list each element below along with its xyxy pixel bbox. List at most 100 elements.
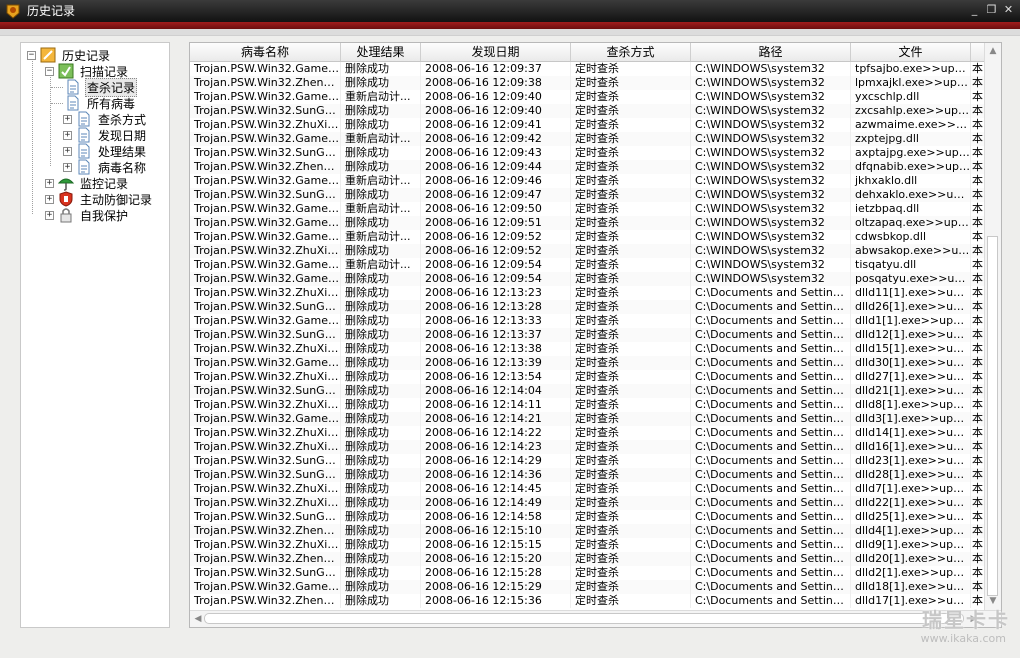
table-row[interactable]: Trojan.PSW.Win32.GameO... 重新启动计... 2008-06… (190, 202, 985, 216)
table-row[interactable]: Trojan.PSW.Win32.ZhengT... 删除成功 2008-06-16… (190, 524, 985, 538)
table-row[interactable]: Trojan.PSW.Win32.ZhuXian... 删除成功 2008-06-1… (190, 118, 985, 132)
table-row[interactable]: Trojan.PSW.Win32.SunGam... 删除成功 2008-06-16… (190, 104, 985, 118)
cell-virus-name: Trojan.PSW.Win32.GameO... (190, 62, 341, 76)
cell-method: 定时查杀 (571, 300, 691, 314)
table-row[interactable]: Trojan.PSW.Win32.SunGam... 删除成功 2008-06-16… (190, 300, 985, 314)
table-row[interactable]: Trojan.PSW.Win32.ZhuXian... 删除成功 2008-06-1… (190, 440, 985, 454)
table-row[interactable]: Trojan.PSW.Win32.ZhuXian... 删除成功 2008-06-1… (190, 496, 985, 510)
cell-virus-name: Trojan.PSW.Win32.GameO... (190, 412, 341, 426)
vertical-scroll-thumb[interactable] (987, 236, 998, 596)
document-icon (78, 159, 90, 175)
table-row[interactable]: Trojan.PSW.Win32.GameO... 删除成功 2008-06-16 … (190, 412, 985, 426)
expand-icon[interactable]: + (63, 146, 72, 156)
table-row[interactable]: Trojan.PSW.Win32.ZhuXian... 删除成功 2008-06-1… (190, 286, 985, 300)
table-row[interactable]: Trojan.PSW.Win32.ZhuXian... 删除成功 2008-06-1… (190, 482, 985, 496)
table-row[interactable]: Trojan.PSW.Win32.GameO... 删除成功 2008-06-16 … (190, 272, 985, 286)
table-row[interactable]: Trojan.PSW.Win32.GameO... 删除成功 2008-06-16 … (190, 216, 985, 230)
expand-icon[interactable]: + (63, 114, 72, 124)
table-row[interactable]: Trojan.PSW.Win32.GameO... 重新启动计... 2008-06… (190, 174, 985, 188)
minimize-button[interactable]: _ (967, 3, 982, 17)
cell-path: C:\Documents and Settings\u... (691, 594, 851, 608)
tree-item-monitor-records[interactable]: + 监控记录 (45, 175, 130, 191)
table-row[interactable]: Trojan.PSW.Win32.ZhuXian... 删除成功 2008-06-1… (190, 538, 985, 552)
column-header-extra[interactable] (971, 43, 985, 61)
table-row[interactable]: Trojan.PSW.Win32.GameO... 删除成功 2008-06-16 … (190, 356, 985, 370)
table-row[interactable]: Trojan.PSW.Win32.SunGam... 删除成功 2008-06-16… (190, 328, 985, 342)
cell-result: 删除成功 (341, 370, 421, 384)
column-header-method[interactable]: 查杀方式 (571, 43, 691, 61)
table-row[interactable]: Trojan.PSW.Win32.GameO... 重新启动计... 2008-06… (190, 230, 985, 244)
cell-method: 定时查杀 (571, 328, 691, 342)
expand-icon[interactable]: + (45, 178, 54, 188)
cell-result: 删除成功 (341, 342, 421, 356)
table-row[interactable]: Trojan.PSW.Win32.SunGam... 删除成功 2008-06-16… (190, 188, 985, 202)
tree-item-found-date[interactable]: + 发现日期 (63, 127, 148, 143)
table-row[interactable]: Trojan.PSW.Win32.SunGam... 删除成功 2008-06-16… (190, 510, 985, 524)
expand-icon[interactable]: + (63, 130, 72, 140)
cell-path: C:\Documents and Settings\u... (691, 370, 851, 384)
table-row[interactable]: Trojan.PSW.Win32.GameO... 删除成功 2008-06-16 … (190, 314, 985, 328)
close-button[interactable]: ✕ (1001, 3, 1016, 17)
scroll-left-icon[interactable]: ◀ (192, 613, 204, 625)
expand-icon[interactable]: + (63, 162, 72, 172)
history-tree: − 历史记录 − 扫描记录 查杀记录 所有病毒 + 查杀方式 + 发现日期 + … (20, 42, 170, 628)
table-row[interactable]: Trojan.PSW.Win32.ZhuXian... 删除成功 2008-06-1… (190, 342, 985, 356)
table-row[interactable]: Trojan.PSW.Win32.GameO... 删除成功 2008-06-16 … (190, 62, 985, 76)
table-row[interactable]: Trojan.PSW.Win32.ZhengT... 删除成功 2008-06-16… (190, 594, 985, 608)
table-row[interactable]: Trojan.PSW.Win32.GameO... 重新启动计... 2008-06… (190, 258, 985, 272)
horizontal-scrollbar[interactable]: ◀ ▶ (190, 610, 1001, 627)
table-row[interactable]: Trojan.PSW.Win32.GameO... 重新启动计... 2008-06… (190, 90, 985, 104)
tree-item-virus-name[interactable]: + 病毒名称 (63, 159, 148, 175)
horizontal-scroll-thumb[interactable] (204, 613, 964, 624)
scroll-up-icon[interactable]: ▲ (987, 45, 999, 57)
table-row[interactable]: Trojan.PSW.Win32.ZhengT... 删除成功 2008-06-16… (190, 160, 985, 174)
table-row[interactable]: Trojan.PSW.Win32.SunGam... 删除成功 2008-06-16… (190, 384, 985, 398)
table-row[interactable]: Trojan.PSW.Win32.ZhuXian... 删除成功 2008-06-1… (190, 426, 985, 440)
expand-icon[interactable]: + (45, 194, 54, 204)
cell-method: 定时查杀 (571, 90, 691, 104)
cell-path: C:\WINDOWS\system32 (691, 202, 851, 216)
table-row[interactable]: Trojan.PSW.Win32.GameO... 删除成功 2008-06-16 … (190, 580, 985, 594)
column-header-path[interactable]: 路径 (691, 43, 851, 61)
table-row[interactable]: Trojan.PSW.Win32.GameO... 重新启动计... 2008-06… (190, 132, 985, 146)
cell-result: 删除成功 (341, 188, 421, 202)
cell-result: 删除成功 (341, 384, 421, 398)
cell-file: dlld8[1].exe>>upack... (851, 398, 971, 412)
cell-result: 重新启动计... (341, 230, 421, 244)
cell-path: C:\Documents and Settings\u... (691, 510, 851, 524)
cell-extra: 本 (972, 272, 985, 286)
table-row[interactable]: Trojan.PSW.Win32.ZhuXian... 删除成功 2008-06-1… (190, 244, 985, 258)
table-row[interactable]: Trojan.PSW.Win32.ZhuXian... 删除成功 2008-06-1… (190, 370, 985, 384)
collapse-icon[interactable]: − (45, 66, 54, 76)
tree-item-history[interactable]: − 历史记录 (27, 47, 112, 63)
maximize-button[interactable]: ❐ (984, 3, 999, 17)
table-row[interactable]: Trojan.PSW.Win32.SunGam... 删除成功 2008-06-16… (190, 146, 985, 160)
cell-date: 2008-06-16 12:09:47 (421, 188, 571, 202)
cell-path: C:\WINDOWS\system32 (691, 188, 851, 202)
table-row[interactable]: Trojan.PSW.Win32.ZhengT... 删除成功 2008-06-16… (190, 552, 985, 566)
table-row[interactable]: Trojan.PSW.Win32.SunGam... 删除成功 2008-06-16… (190, 468, 985, 482)
tree-item-handle-result[interactable]: + 处理结果 (63, 143, 148, 159)
tree-item-kill-method[interactable]: + 查杀方式 (63, 111, 148, 127)
column-header-date[interactable]: 发现日期 (421, 43, 571, 61)
expand-icon[interactable]: + (45, 210, 54, 220)
tree-item-active-defense[interactable]: + 主动防御记录 (45, 191, 154, 207)
cell-method: 定时查杀 (571, 160, 691, 174)
table-row[interactable]: Trojan.PSW.Win32.ZhengT... 删除成功 2008-06-16… (190, 76, 985, 90)
table-row[interactable]: Trojan.PSW.Win32.SunGam... 删除成功 2008-06-16… (190, 566, 985, 580)
table-row[interactable]: Trojan.PSW.Win32.ZhuXian... 删除成功 2008-06-1… (190, 398, 985, 412)
tree-item-self-protect[interactable]: + 自我保护 (45, 207, 130, 223)
tree-item-kill-records[interactable]: 查杀记录 (51, 77, 138, 97)
column-header-file[interactable]: 文件 (851, 43, 971, 61)
cell-virus-name: Trojan.PSW.Win32.ZhuXian... (190, 426, 341, 440)
collapse-icon[interactable]: − (27, 50, 36, 60)
cell-extra: 本 (972, 454, 985, 468)
vertical-scrollbar[interactable]: ▲ ▼ (984, 43, 1001, 611)
column-header-virus-name[interactable]: 病毒名称 (190, 43, 341, 61)
tree-item-all-viruses[interactable]: 所有病毒 (51, 95, 137, 111)
column-header-result[interactable]: 处理结果 (341, 43, 421, 61)
cell-path: C:\Documents and Settings\u... (691, 454, 851, 468)
cell-virus-name: Trojan.PSW.Win32.SunGam... (190, 104, 341, 118)
table-row[interactable]: Trojan.PSW.Win32.SunGam... 删除成功 2008-06-16… (190, 454, 985, 468)
cell-result: 重新启动计... (341, 258, 421, 272)
